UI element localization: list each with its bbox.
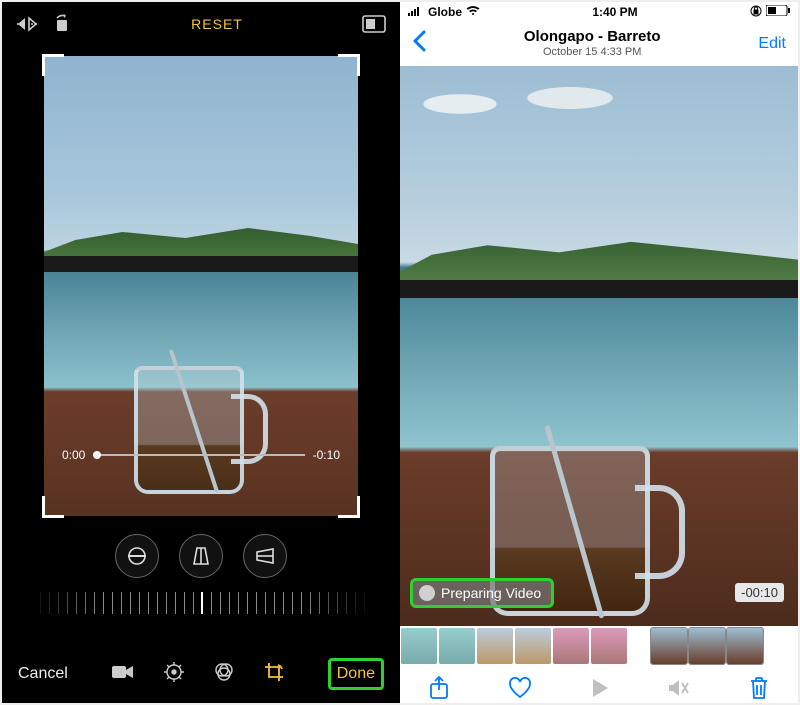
battery-icon xyxy=(766,5,790,19)
carrier-label: Globe xyxy=(428,5,462,19)
video-scrubber[interactable]: 0:00 -0:10 xyxy=(62,448,340,462)
scene-railing xyxy=(44,256,358,272)
scene-hills xyxy=(400,238,798,286)
done-button[interactable]: Done xyxy=(328,658,384,690)
thumbnail[interactable] xyxy=(439,628,475,664)
thumbnail-strip[interactable] xyxy=(400,626,798,666)
progress-circle-icon xyxy=(419,585,435,601)
remaining-time-pill: -00:10 xyxy=(735,583,784,602)
edit-button[interactable]: Edit xyxy=(758,35,786,53)
edit-mode-tabs xyxy=(112,662,284,687)
adjust-tab-icon[interactable] xyxy=(164,662,184,687)
location-title: Olongapo - Barreto xyxy=(524,28,661,46)
preparing-video-pill: Preparing Video xyxy=(410,578,554,608)
video-display[interactable]: Preparing Video -00:10 xyxy=(400,66,798,626)
crop-frame[interactable]: 0:00 -0:10 xyxy=(44,56,358,516)
flip-horizontal-icon[interactable] xyxy=(16,15,38,33)
thumbnail[interactable] xyxy=(689,628,725,664)
angle-ruler[interactable] xyxy=(31,592,371,614)
photo-viewer-screen: Globe 1:40 PM Olongapo - Barreto October… xyxy=(400,2,798,703)
edit-crop-screen: RESET 0:00 -0:10 xyxy=(2,2,400,703)
thumbnail[interactable] xyxy=(401,628,437,664)
status-bar: Globe 1:40 PM xyxy=(400,2,798,22)
wifi-icon xyxy=(466,5,480,19)
aspect-ratio-icon[interactable] xyxy=(362,15,386,33)
rotate-icon[interactable] xyxy=(52,14,72,34)
horizontal-perspective-icon[interactable] xyxy=(243,534,287,578)
nav-title: Olongapo - Barreto October 15 4:33 PM xyxy=(524,28,661,59)
date-subtitle: October 15 4:33 PM xyxy=(524,46,661,59)
vertical-perspective-icon[interactable] xyxy=(179,534,223,578)
reset-button[interactable]: RESET xyxy=(191,16,243,32)
rotation-controls xyxy=(2,534,400,578)
mute-icon[interactable] xyxy=(668,678,690,698)
cancel-button[interactable]: Cancel xyxy=(18,665,68,683)
scrubber-end-time: -0:10 xyxy=(313,448,340,462)
thumbnail[interactable] xyxy=(477,628,513,664)
scene-clouds xyxy=(420,84,640,124)
trash-icon[interactable] xyxy=(749,676,769,700)
edit-top-bar: RESET xyxy=(2,2,400,46)
straighten-dial-icon[interactable] xyxy=(115,534,159,578)
bottom-toolbar xyxy=(400,666,798,703)
scrubber-start-time: 0:00 xyxy=(62,448,85,462)
filters-tab-icon[interactable] xyxy=(214,662,234,687)
nav-bar: Olongapo - Barreto October 15 4:33 PM Ed… xyxy=(400,22,798,66)
thumbnail-selected[interactable] xyxy=(651,628,687,664)
video-tab-icon[interactable] xyxy=(112,664,134,685)
back-button[interactable] xyxy=(412,30,426,58)
thumbnail[interactable] xyxy=(553,628,589,664)
thumbnail[interactable] xyxy=(515,628,551,664)
favorite-icon[interactable] xyxy=(508,677,532,699)
scene-railing xyxy=(400,280,798,298)
thumbnail[interactable] xyxy=(727,628,763,664)
crop-tab-icon[interactable] xyxy=(264,662,284,687)
clock-label: 1:40 PM xyxy=(592,5,637,19)
play-icon[interactable] xyxy=(591,678,609,698)
thumbnail[interactable] xyxy=(591,628,627,664)
signal-icon xyxy=(408,5,424,19)
top-left-icons xyxy=(16,14,72,34)
scene-mug xyxy=(134,366,244,494)
orientation-lock-icon xyxy=(750,5,762,20)
scrubber-track[interactable] xyxy=(93,454,304,456)
share-icon[interactable] xyxy=(429,676,449,700)
preparing-label: Preparing Video xyxy=(441,585,541,601)
edit-bottom-bar: Cancel Done xyxy=(2,645,400,703)
